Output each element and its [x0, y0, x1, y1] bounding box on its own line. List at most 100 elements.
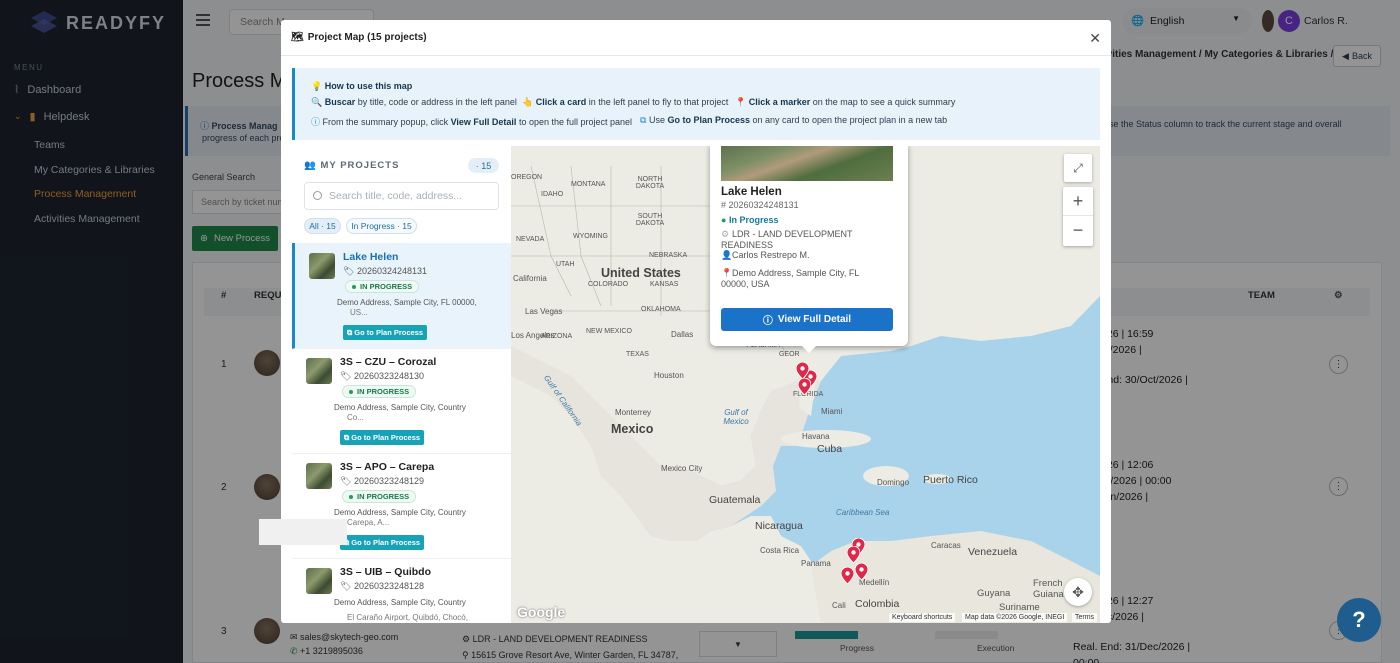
map-label: Cuba	[817, 443, 843, 455]
project-card[interactable]: Lake Helen 🏷 20260324248131 IN PROGRESS …	[292, 243, 511, 349]
map-label: Miami	[821, 407, 843, 416]
map-pin-icon: 📍	[721, 268, 733, 278]
project-thumbnail	[306, 358, 332, 384]
map-label: Venezuela	[968, 546, 1018, 558]
project-address: Demo Address, Sample City, Country	[334, 403, 466, 412]
project-address-more: Co...	[347, 413, 364, 422]
map-label: Las Vegas	[525, 307, 563, 316]
map-label: Dallas	[671, 330, 694, 339]
map-label: Cali	[832, 601, 846, 610]
terms-link[interactable]: Terms	[1072, 613, 1098, 622]
map-marker-icon[interactable]	[855, 563, 868, 580]
google-logo: Google	[517, 604, 566, 620]
map-marker-icon[interactable]	[796, 362, 809, 379]
project-name: 3S – CZU – Corozal	[340, 356, 437, 368]
howto-tip-marker: 📍 Click a marker on the map to see a qui…	[735, 97, 956, 107]
zoom-out-icon[interactable]: −	[1063, 216, 1093, 245]
map-label: UTAH	[556, 261, 575, 268]
map-label: Havana	[802, 432, 830, 441]
map-label: Suriname	[999, 602, 1040, 613]
map-marker-icon[interactable]	[798, 378, 811, 395]
status-badge: IN PROGRESS	[345, 280, 420, 293]
popup-address: 📍Demo Address, Sample City, FL 00000, US…	[721, 268, 860, 289]
lightbulb-icon: 💡	[311, 81, 323, 91]
close-icon[interactable]: ✕	[1089, 30, 1101, 47]
info-circle-icon: ⓘ	[762, 316, 773, 327]
project-thumbnail	[306, 463, 332, 489]
map-marker-icon[interactable]	[841, 567, 854, 584]
gear-icon: ⚙	[721, 229, 730, 239]
help-button[interactable]: ?	[1337, 598, 1381, 642]
map-label: Houston	[654, 371, 684, 380]
map-data-attribution: Map data ©2026 Google, INEGI	[962, 613, 1068, 622]
map-label: Puerto Rico	[923, 474, 978, 486]
map-label: OKLAHOMA	[641, 306, 681, 313]
project-code: 🏷 20260324248131	[343, 266, 428, 276]
go-to-plan-button[interactable]: ⧉Go to Plan Process	[340, 430, 424, 445]
map-label: United States	[601, 266, 681, 280]
popup-person: 👤Carlos Restrepo M.	[721, 250, 810, 260]
search-icon: 🔍	[311, 97, 323, 107]
map-label: TEXAS	[626, 351, 649, 358]
howto-tip-card: 👆 Click a card in the left panel to fly …	[522, 97, 729, 107]
project-thumbnail	[309, 253, 335, 279]
popup-category: ⚙ LDR - LAND DEVELOPMENT READINESS	[721, 229, 853, 250]
modal-title: Project Map (15 projects)	[307, 32, 427, 43]
filter-in-progress[interactable]: In Progress · 15	[346, 218, 417, 234]
howto-title: 💡 How to use this map	[311, 81, 413, 91]
view-full-detail-button[interactable]: ⓘ View Full Detail	[721, 308, 893, 331]
map-label: MONTANA	[571, 181, 606, 188]
panel-count-badge: · 15	[468, 158, 499, 173]
project-address-more: Carepa, A...	[347, 518, 390, 527]
map-label: ARIZONA	[541, 333, 573, 340]
keyboard-shortcuts-link[interactable]: Keyboard shortcuts	[889, 613, 956, 622]
map-label: Caracas	[931, 541, 961, 550]
tooltip-placeholder	[259, 519, 347, 545]
panel-title: 👥 MY PROJECTS	[304, 160, 400, 171]
popup-status: ● In Progress	[721, 215, 779, 225]
project-search-input[interactable]: Search title, code, address...	[304, 182, 499, 210]
map-label: Guatemala	[709, 494, 761, 506]
project-address-more: US...	[350, 308, 368, 317]
go-to-plan-button[interactable]: ⧉Go to Plan Process	[340, 535, 424, 550]
map-icon: 🗺	[291, 32, 304, 43]
map-label: California	[513, 274, 547, 283]
map-marker-icon[interactable]	[847, 546, 860, 563]
map-label: OREGON	[511, 174, 543, 181]
map-label: GEOR	[779, 351, 800, 358]
filter-all[interactable]: All · 15	[304, 218, 341, 234]
map-label: WYOMING	[573, 233, 608, 240]
project-code: 🏷 20260323248129	[340, 476, 425, 486]
project-card[interactable]: 3S – CZU – Corozal 🏷 20260323248130 IN P…	[292, 348, 511, 454]
map-label: Mexico	[611, 422, 654, 436]
search-icon	[313, 191, 322, 200]
map-label: SOUTH DAKOTA	[635, 213, 665, 227]
project-name: 3S – APO – Carepa	[340, 461, 435, 473]
map-label: Nicaragua	[755, 520, 803, 532]
map-label: Gulf of Mexico	[723, 408, 749, 426]
zoom-control: + −	[1063, 187, 1093, 246]
howto-banner: 💡 How to use this map 🔍 Buscar by title,…	[292, 68, 1100, 140]
project-address: Demo Address, Sample City, Country	[334, 508, 466, 517]
fullscreen-icon[interactable]: ⤢	[1064, 154, 1092, 182]
project-thumbnail	[306, 568, 332, 594]
project-image	[721, 146, 893, 181]
popup-code: # 20260324248131	[721, 200, 799, 210]
map-label: NORTH DAKOTA	[635, 176, 665, 190]
map-label: Panama	[801, 559, 831, 568]
map-label: NEW MEXICO	[586, 328, 632, 335]
marker-icon: 📍	[735, 97, 747, 107]
project-card[interactable]: 3S – UIB – Quibdo 🏷 20260323248128 Demo …	[292, 558, 511, 623]
go-to-plan-button[interactable]: ⧉Go to Plan Process	[343, 325, 427, 340]
map-label: Domingo	[877, 478, 910, 487]
map-label: NEVADA	[516, 236, 545, 243]
info-icon: ⓘ	[311, 117, 321, 127]
map-canvas[interactable]: United States Mexico Cuba Venezuela Colo…	[511, 146, 1100, 623]
map-label: KANSAS	[650, 281, 679, 288]
project-code: 🏷 20260323248130	[340, 371, 425, 381]
user-icon: 👤	[721, 250, 733, 260]
camera-control-icon[interactable]: ✥	[1064, 578, 1092, 606]
zoom-in-icon[interactable]: +	[1063, 187, 1093, 216]
howto-tip-search: 🔍 Buscar by title, code or address in th…	[311, 97, 517, 107]
map-label: Monterrey	[615, 408, 652, 417]
